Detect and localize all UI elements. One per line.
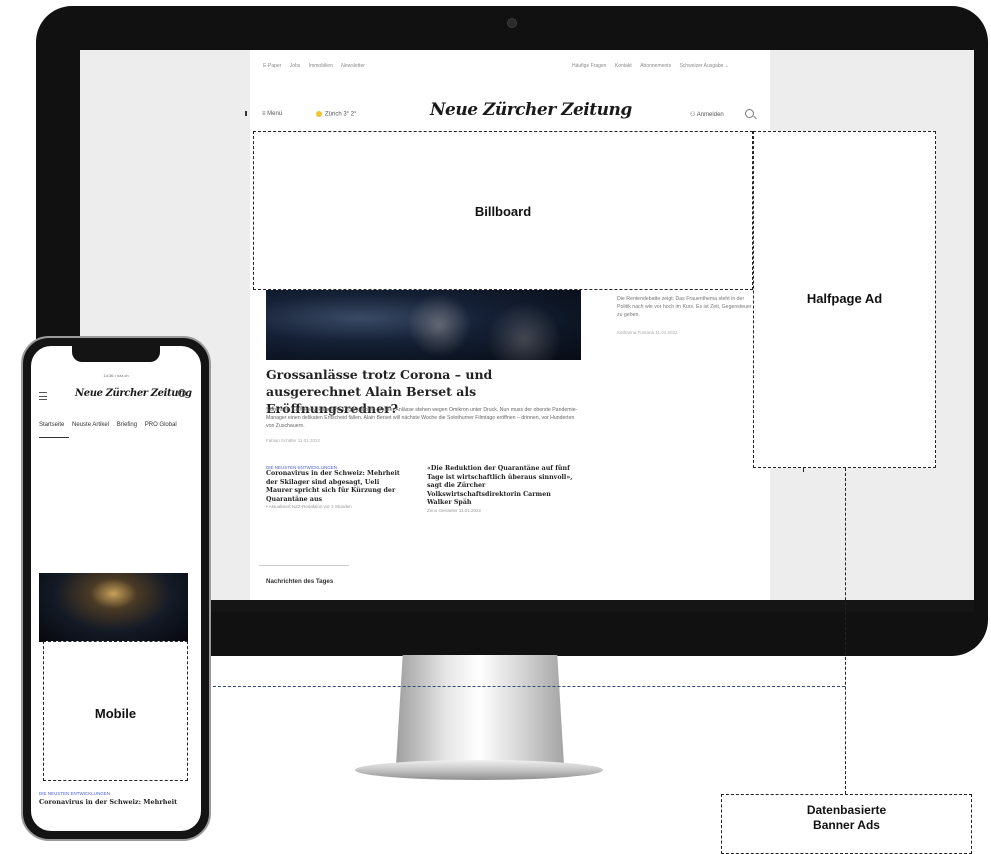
nav-link-kontakt[interactable]: Kontakt [615, 63, 632, 69]
menu-icon[interactable] [39, 392, 47, 400]
data-banner-ads-label: Datenbasierte Banner Ads [722, 803, 971, 833]
weather-text: Zürich 3° 2° [325, 111, 357, 118]
nav-link-immobilien[interactable]: Immobilien [309, 63, 333, 69]
connector-line [803, 468, 804, 472]
phone-article-image[interactable] [39, 573, 188, 642]
phone-article-kicker: DIE NEUSTEN ENTWICKLUNGEN [39, 791, 111, 796]
nav-link-newsletter[interactable]: Newsletter [341, 63, 365, 69]
mobile-label: Mobile [94, 706, 137, 721]
search-icon[interactable] [745, 109, 754, 118]
news-card[interactable]: DIE NEUSTEN ENTWICKLUNGEN Coronavirus in… [266, 465, 406, 509]
data-banner-ads-zone: Datenbasierte Banner Ads [721, 794, 972, 854]
news-card-meta: • Aktualisiert NZZ-Redaktion vor 2 Stund… [266, 504, 352, 509]
monitor-stand [396, 655, 564, 765]
phone-notch [72, 346, 160, 362]
top-nav-right: Häufige Fragen Kontakt Abonnements Schwe… [565, 63, 729, 69]
tab-startseite[interactable]: Startseite [39, 422, 64, 428]
news-card-meta: Zeno Geisseler 11.01.2022 [427, 507, 481, 513]
data-banner-ads-line2: Banner Ads [813, 818, 880, 832]
news-section-title: Nachrichten des Tages [266, 578, 334, 585]
person-icon: ⚇ [690, 112, 697, 118]
tab-neuste-artikel[interactable]: Neuste Artikel [72, 422, 109, 428]
sidebar-byline: Katharina Fontana 11.01.2022 [617, 330, 678, 335]
connector-line [188, 686, 845, 687]
login-button[interactable]: ⚇ Anmelden [690, 111, 724, 118]
billboard-label: Billboard [474, 204, 532, 219]
nav-link-jobs[interactable]: Jobs [290, 63, 301, 69]
section-divider [259, 565, 349, 566]
login-label: Anmelden [696, 112, 724, 118]
halfpage-ad-zone: Halfpage Ad [753, 131, 936, 468]
article-teaser: Skirennen, Eishockey, Fasnacht: Organisa… [266, 407, 578, 429]
mobile-ad-zone: Mobile [43, 641, 188, 781]
phone-article-headline[interactable]: Coronavirus in der Schweiz: Mehrheit [39, 798, 189, 806]
menu-button[interactable]: ≡ Menü [262, 111, 282, 117]
site-logo[interactable]: Neue Zürcher Zeitung [430, 100, 632, 120]
sun-icon [316, 111, 322, 117]
top-nav-left: E-Paper Jobs Immobilien Newsletter [263, 63, 372, 69]
weather-widget[interactable]: Zürich 3° 2° [316, 111, 356, 118]
news-card-title[interactable]: «Die Reduktion der Quarantäne auf fünf T… [427, 465, 577, 508]
halfpage-label: Halfpage Ad [806, 291, 883, 306]
edition-select[interactable]: Schweizer Ausgabe ⌄ [679, 63, 729, 69]
phone-status-bar: 14:36 • nzz.ch [103, 373, 129, 378]
news-card-title[interactable]: Coronavirus in der Schweiz: Mehrheit der… [266, 470, 406, 504]
active-tab-indicator [39, 437, 69, 438]
article-hero-image[interactable] [266, 290, 581, 360]
news-card[interactable]: «Die Reduktion der Quarantäne auf fünf T… [427, 465, 577, 513]
camera-icon [507, 18, 517, 28]
monitor-chin [80, 600, 974, 612]
tab-briefing[interactable]: Briefing [117, 422, 137, 428]
phone-logo[interactable]: Neue Zürcher Zeitung [75, 388, 192, 399]
phone-tabs: Startseite Neuste Artikel Briefing PRO G… [39, 422, 183, 428]
monitor-stand-base [355, 760, 603, 780]
billboard-ad-zone: Billboard [253, 131, 753, 290]
nav-link-abonnements[interactable]: Abonnements [640, 63, 671, 69]
tab-pro-global[interactable]: PRO Global [145, 422, 177, 428]
nav-link-faq[interactable]: Häufige Fragen [572, 63, 606, 69]
screen-edge-mark [245, 111, 247, 116]
connector-line [845, 468, 846, 794]
data-banner-ads-line1: Datenbasierte [806, 803, 887, 817]
article-byline: Fabian Schäfer 11.01.2022 [266, 438, 320, 443]
nav-link-epaper[interactable]: E-Paper [263, 63, 281, 69]
person-icon[interactable] [178, 389, 186, 397]
sidebar-teaser[interactable]: Die Rentendebatte zeigt: Das Frauenthema… [617, 295, 755, 320]
